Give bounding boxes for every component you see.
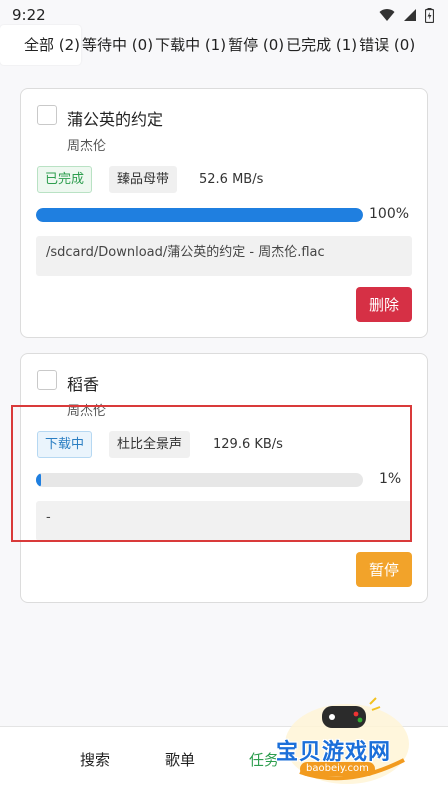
watermark-url: baobeiy.com <box>300 762 375 776</box>
progress-fill <box>36 208 363 222</box>
battery-icon <box>425 7 434 23</box>
file-path: - <box>36 501 412 541</box>
status-badge: 下载中 <box>37 431 93 458</box>
watermark-logo: 宝贝游戏网 baobeiy.com <box>272 694 422 786</box>
song-title: 蒲公英的约定 <box>67 110 164 129</box>
status-badge: 已完成 <box>37 166 93 193</box>
nav-search[interactable]: 搜索 <box>80 749 110 770</box>
download-speed: 52.6 MB/s <box>199 172 264 187</box>
select-checkbox[interactable] <box>37 105 57 125</box>
progress-fill <box>36 473 41 487</box>
select-checkbox[interactable] <box>37 370 57 390</box>
tab-completed[interactable]: 已完成 (1) <box>285 25 358 65</box>
nav-playlist[interactable]: 歌单 <box>165 749 195 770</box>
tab-waiting[interactable]: 等待中 (0) <box>81 25 154 65</box>
status-icons <box>379 7 434 23</box>
tab-paused[interactable]: 暂停 (0) <box>227 25 285 65</box>
tab-downloading[interactable]: 下载中 (1) <box>154 25 227 65</box>
download-card: 蒲公英的约定 周杰伦 已完成 臻品母带 52.6 MB/s 100% /sdca… <box>20 88 428 338</box>
delete-button[interactable]: 删除 <box>355 287 412 322</box>
progress-bar <box>36 208 363 222</box>
song-title: 稻香 <box>67 375 100 394</box>
tab-all-label: 全部 (2) <box>24 36 81 54</box>
download-card: 稻香 周杰伦 下载中 杜比全景声 129.6 KB/s 1% - 暂停 <box>20 353 428 603</box>
tab-error[interactable]: 错误 (0) <box>358 25 416 65</box>
quality-badge: 杜比全景声 <box>109 431 191 458</box>
tab-all[interactable]: 全部 (2) <box>0 25 82 65</box>
progress-percent: 100% <box>369 206 410 222</box>
pause-button[interactable]: 暂停 <box>355 552 412 587</box>
song-artist: 周杰伦 <box>67 139 107 154</box>
file-path: /sdcard/Download/蒲公英的约定 - 周杰伦.flac <box>36 236 412 276</box>
quality-badge: 臻品母带 <box>109 166 178 193</box>
progress-percent: 1% <box>379 471 402 487</box>
wifi-icon <box>379 9 395 21</box>
song-artist: 周杰伦 <box>67 404 107 419</box>
download-speed: 129.6 KB/s <box>213 437 283 452</box>
signal-icon <box>404 9 416 21</box>
progress-bar <box>36 473 363 487</box>
status-tabs: 全部 (2) 等待中 (0) 下载中 (1) 暂停 (0) 已完成 (1) 错误… <box>0 24 448 66</box>
status-time: 9:22 <box>12 6 46 24</box>
